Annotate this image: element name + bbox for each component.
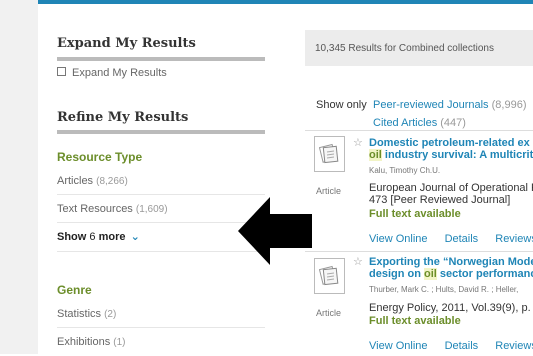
expand-checkbox-row[interactable]: Expand My Results <box>57 66 167 80</box>
results-divider <box>305 130 533 131</box>
keyword-highlight: oil <box>424 268 437 280</box>
facet-item-count: (1) <box>113 337 126 348</box>
facet-item-statistics[interactable]: Statistics (2) <box>57 301 265 328</box>
facet-item-label[interactable]: Text Resources <box>57 203 133 215</box>
facet-item-count: (1,609) <box>135 204 168 215</box>
refine-rule <box>57 130 265 134</box>
star-outline-icon[interactable]: ☆ <box>353 255 363 268</box>
filter-cited-articles[interactable]: Cited Articles (447) <box>373 117 466 129</box>
facets-panel: Expand My Results Expand My Results Refi… <box>57 0 267 354</box>
facet-item-count: (8,266) <box>96 176 128 187</box>
record-title[interactable]: Domestic petroleum-related ex oil indust… <box>369 137 533 161</box>
star-outline-icon[interactable]: ☆ <box>353 136 363 149</box>
document-stack-icon[interactable] <box>314 136 345 172</box>
keyword-highlight: oil <box>369 149 382 161</box>
results-panel: 10,345 Results for Combined collections … <box>305 25 533 354</box>
record-source: Energy Policy, 2011, Vol.39(9), p. <box>369 302 531 314</box>
fulltext-status: Full text available <box>369 208 461 220</box>
filter-count: (8,996) <box>491 99 527 111</box>
record-title-line[interactable]: Exporting the “Norwegian Mode <box>369 256 533 268</box>
left-arrow-icon <box>238 197 312 265</box>
record-authors: Kalu, Timothy Ch.U. <box>369 166 441 175</box>
document-stack-icon[interactable] <box>314 258 345 294</box>
facet-item-label[interactable]: Exhibitions <box>57 336 110 348</box>
reviews-link[interactable]: Reviews <box>495 340 533 352</box>
show-more-count[interactable]: 6 <box>89 231 95 243</box>
filter-count: (447) <box>440 117 466 129</box>
show-more-divider <box>57 251 265 252</box>
record-actions: View Online Details Reviews <box>369 233 533 245</box>
results-summary-bar: 10,345 Results for Combined collections <box>305 30 533 66</box>
expand-checkbox[interactable] <box>57 67 66 76</box>
record-title-line[interactable]: Domestic petroleum-related ex <box>369 137 533 149</box>
genre-heading: Genre <box>57 283 92 297</box>
facet-item-count: (2) <box>104 309 117 320</box>
facet-item-label[interactable]: Statistics <box>57 308 101 320</box>
show-more-prefix[interactable]: Show <box>57 231 86 243</box>
record-title-rest[interactable]: industry survival: A multicrit <box>382 149 533 161</box>
show-only-label: Show only <box>316 99 367 111</box>
facet-item-exhibitions[interactable]: Exhibitions (1) <box>57 329 265 355</box>
record-title[interactable]: Exporting the “Norwegian Mode design on … <box>369 256 533 280</box>
show-more-link[interactable]: Show 6 more ⌄ <box>57 230 140 243</box>
reviews-link[interactable]: Reviews <box>495 233 533 245</box>
details-link[interactable]: Details <box>445 233 479 245</box>
record-title-rest[interactable]: sector performanc <box>437 268 533 280</box>
show-more-suffix[interactable]: more <box>99 231 126 243</box>
filter-label[interactable]: Cited Articles <box>373 117 437 129</box>
expand-title: Expand My Results <box>57 36 196 51</box>
results-divider <box>305 251 533 252</box>
results-summary: 10,345 Results for Combined collections <box>315 43 494 54</box>
resource-type-heading: Resource Type <box>57 150 143 164</box>
expand-checkbox-label[interactable]: Expand My Results <box>72 67 167 79</box>
record-title-line[interactable]: oil industry survival: A multicrit <box>369 149 533 161</box>
record-title-line[interactable]: design on oil sector performanc <box>369 268 533 280</box>
record-authors: Thurber, Mark C. ; Hults, David R. ; Hel… <box>369 285 519 294</box>
record-actions: View Online Details Reviews <box>369 340 533 352</box>
chevron-down-icon[interactable]: ⌄ <box>131 231 140 243</box>
left-gutter <box>0 0 38 354</box>
refine-title: Refine My Results <box>57 110 189 125</box>
record-source-line: Energy Policy, 2011, Vol.39(9), p. <box>369 302 531 314</box>
expand-rule <box>57 57 265 61</box>
facet-item-articles[interactable]: Articles (8,266) <box>57 168 265 195</box>
record-source-line: 473 [Peer Reviewed Journal] <box>369 194 511 206</box>
facet-item-label[interactable]: Articles <box>57 175 93 187</box>
fulltext-status: Full text available <box>369 315 461 327</box>
record-title-pre[interactable]: design on <box>369 268 424 280</box>
record-type-label: Article <box>316 186 342 196</box>
details-link[interactable]: Details <box>445 340 479 352</box>
filter-label[interactable]: Peer-reviewed Journals <box>373 99 489 111</box>
record-type-label: Article <box>316 308 342 318</box>
record-source: European Journal of Operational R 473 [P… <box>369 182 533 206</box>
facet-item-text-resources[interactable]: Text Resources (1,609) <box>57 196 265 223</box>
view-online-link[interactable]: View Online <box>369 233 428 245</box>
record-source-line: European Journal of Operational R <box>369 182 533 194</box>
view-online-link[interactable]: View Online <box>369 340 428 352</box>
filter-peer-reviewed[interactable]: Peer-reviewed Journals (8,996) <box>373 99 526 111</box>
